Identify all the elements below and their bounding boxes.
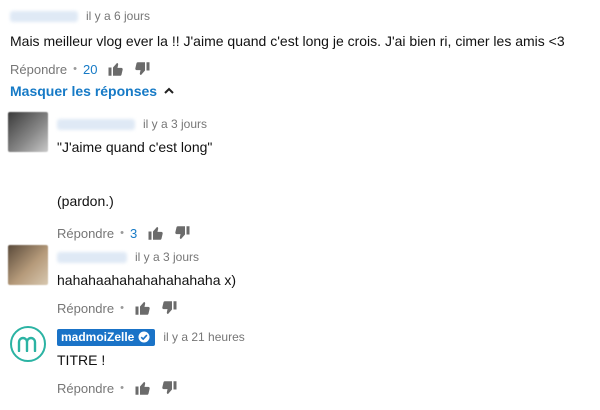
reply-button[interactable]: Répondre [57,381,114,396]
reply-text: "J'aime quand c'est long" (pardon.) [57,139,213,209]
checkmark-icon [138,331,150,343]
comment-actions: Répondre • 20 [10,60,595,78]
like-count: 20 [82,61,98,77]
m-letter-icon [17,336,37,352]
reply-timestamp[interactable]: il y a 21 heures [163,330,244,344]
reply-3: madmoiZelle il y a 21 heures TITRE ! Rép… [57,328,587,397]
reply-timestamp[interactable]: il y a 3 jours [143,117,207,131]
author-name-blurred[interactable] [57,118,135,130]
comment-top: il y a 6 jours Mais meilleur vlog ever l… [10,8,595,78]
comment-text: Mais meilleur vlog ever la !! J'aime qua… [10,33,565,49]
verified-author-badge[interactable]: madmoiZelle [57,328,156,346]
author-name: madmoiZelle [61,330,135,344]
like-count: 3 [129,225,138,241]
reply-actions: Répondre • [57,379,587,397]
reply-meta: madmoiZelle il y a 21 heures [57,328,587,346]
reply-button[interactable]: Répondre [57,226,114,241]
madmoizelle-m-logo-icon[interactable] [10,326,46,362]
reply-actions: Répondre • 3 [57,224,587,242]
separator-dot: • [120,382,124,394]
chevron-up-icon [164,87,174,94]
reply-text: hahahaahahahahahahaha x) [57,272,237,288]
reply-2: il y a 3 jours hahahaahahahahahahaha x) … [57,249,587,317]
thumbs-up-icon[interactable] [147,224,165,242]
reply-timestamp[interactable]: il y a 3 jours [135,250,199,264]
avatar[interactable] [8,112,48,152]
reply-actions: Répondre • [57,299,587,317]
separator-dot: • [73,63,77,75]
thumbs-down-icon[interactable] [160,379,178,397]
thumbs-up-icon[interactable] [107,60,125,78]
reply-button[interactable]: Répondre [10,62,67,77]
avatar[interactable] [8,245,48,285]
author-name-blurred[interactable] [57,251,127,263]
reply-button[interactable]: Répondre [57,301,114,316]
comment-timestamp[interactable]: il y a 6 jours [86,9,150,23]
reply-text: TITRE ! [57,352,106,368]
reply-meta: il y a 3 jours [57,249,587,265]
comment-meta: il y a 6 jours [10,8,595,24]
hide-replies-button[interactable]: Masquer les réponses [10,83,175,99]
reply-meta: il y a 3 jours [57,116,587,132]
author-name-blurred[interactable] [10,10,78,22]
thumbs-up-icon[interactable] [134,379,152,397]
thumbs-down-icon[interactable] [173,224,191,242]
thumbs-up-icon[interactable] [134,299,152,317]
thumbs-down-icon[interactable] [133,60,151,78]
reply-1: il y a 3 jours "J'aime quand c'est long"… [57,116,587,242]
thumbs-down-icon[interactable] [160,299,178,317]
separator-dot: • [120,227,124,239]
separator-dot: • [120,302,124,314]
hide-replies-label: Masquer les réponses [10,83,158,99]
